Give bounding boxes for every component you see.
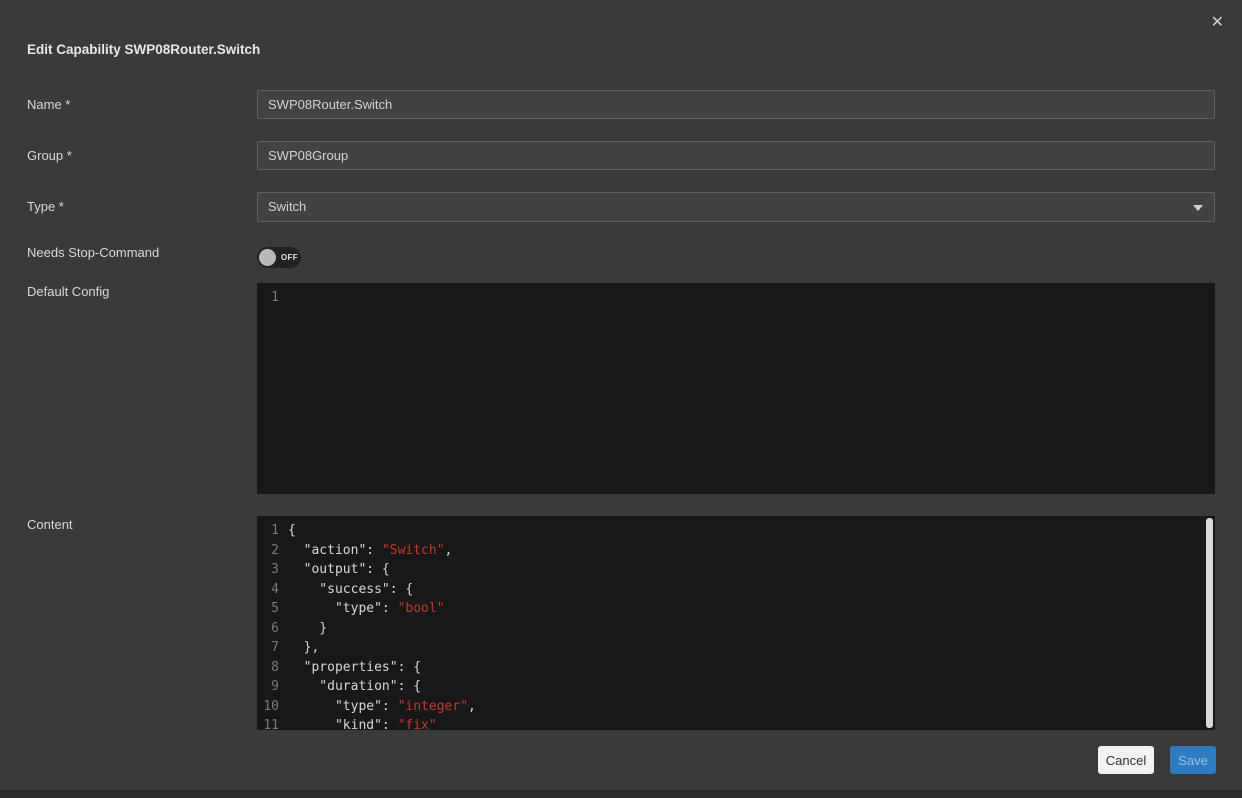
code-text: "success": { — [288, 580, 413, 600]
code-line: 4 "success": { — [257, 580, 1215, 600]
code-line: 10 "type": "integer", — [257, 697, 1215, 717]
default-config-editor[interactable]: 1 — [257, 283, 1215, 494]
group-label: Group * — [27, 148, 72, 163]
code-line: 1 — [257, 288, 1215, 308]
type-select-value: Switch — [268, 199, 306, 214]
toggle-knob-icon — [259, 249, 276, 266]
code-line: 11 "kind": "fix" — [257, 716, 1215, 730]
code-line: 1{ — [257, 521, 1215, 541]
edit-capability-dialog: ✕ Edit Capability SWP08Router.Switch Nam… — [0, 0, 1242, 798]
chevron-down-icon — [1193, 205, 1203, 211]
type-select[interactable]: Switch — [257, 192, 1215, 222]
content-editor-scrollbar[interactable] — [1206, 518, 1213, 728]
code-line: 5 "type": "bool" — [257, 599, 1215, 619]
code-line: 2 "action": "Switch", — [257, 541, 1215, 561]
line-number: 1 — [257, 288, 279, 308]
page-background-edge — [0, 790, 1242, 798]
dialog-title: Edit Capability SWP08Router.Switch — [27, 42, 260, 57]
type-label: Type * — [27, 199, 64, 214]
code-text: "kind": "fix" — [288, 716, 437, 730]
code-text: "output": { — [288, 560, 390, 580]
save-button[interactable]: Save — [1170, 746, 1216, 774]
code-text: "type": "integer", — [288, 697, 476, 717]
toggle-state-label: OFF — [281, 253, 298, 262]
name-input[interactable] — [257, 90, 1215, 119]
code-line: 6 } — [257, 619, 1215, 639]
line-number: 5 — [257, 599, 279, 619]
line-number: 11 — [257, 716, 279, 730]
code-line: 9 "duration": { — [257, 677, 1215, 697]
line-number: 2 — [257, 541, 279, 561]
code-text: }, — [288, 638, 319, 658]
needs-stop-command-toggle[interactable]: OFF — [257, 247, 301, 268]
default-config-label: Default Config — [27, 284, 109, 299]
line-number: 9 — [257, 677, 279, 697]
content-editor[interactable]: 1{2 "action": "Switch",3 "output": {4 "s… — [257, 516, 1215, 730]
line-number: 10 — [257, 697, 279, 717]
code-line: 8 "properties": { — [257, 658, 1215, 678]
code-text: "action": "Switch", — [288, 541, 452, 561]
close-icon[interactable]: ✕ — [1211, 14, 1224, 30]
code-line: 3 "output": { — [257, 560, 1215, 580]
line-number: 3 — [257, 560, 279, 580]
code-text: { — [288, 521, 296, 541]
line-number: 4 — [257, 580, 279, 600]
content-label: Content — [27, 517, 73, 532]
group-input[interactable] — [257, 141, 1215, 170]
code-text: "type": "bool" — [288, 599, 445, 619]
line-number: 6 — [257, 619, 279, 639]
needs-stop-command-label: Needs Stop-Command — [27, 245, 159, 260]
line-number: 1 — [257, 521, 279, 541]
code-line: 7 }, — [257, 638, 1215, 658]
code-text: "duration": { — [288, 677, 421, 697]
code-text: } — [288, 619, 327, 639]
line-number: 7 — [257, 638, 279, 658]
cancel-button[interactable]: Cancel — [1098, 746, 1154, 774]
name-label: Name * — [27, 97, 70, 112]
code-text: "properties": { — [288, 658, 421, 678]
line-number: 8 — [257, 658, 279, 678]
